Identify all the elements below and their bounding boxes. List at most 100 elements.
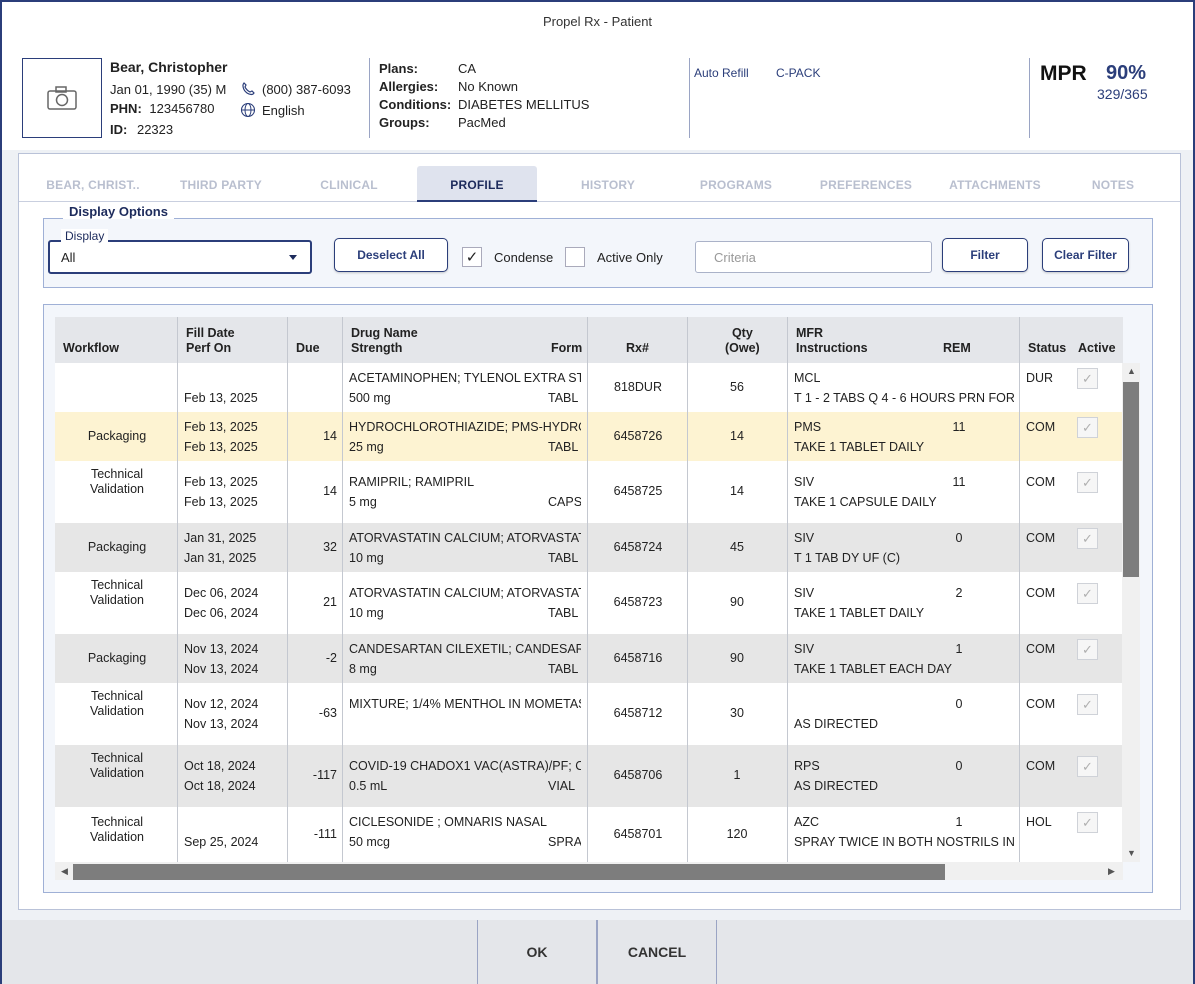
perf-on-cell: Feb 13, 2025 <box>184 495 258 509</box>
cancel-button[interactable]: CANCEL <box>597 920 717 984</box>
deselect-all-button[interactable]: Deselect All <box>334 238 448 272</box>
col-due[interactable]: Due <box>296 317 320 363</box>
rem-cell: 2 <box>955 586 963 600</box>
fill-date-cell: Dec 06, 2024 <box>184 586 259 600</box>
mfr-header: MFR <box>796 326 824 340</box>
chevron-down-icon[interactable] <box>289 255 297 260</box>
table-row[interactable]: Technical Validation Feb 13, 2025 Feb 13, … <box>55 461 1123 523</box>
strength-cell: 10 mg <box>349 551 384 565</box>
tab-preferences[interactable]: PREFERENCES <box>805 166 927 202</box>
instructions-cell: TAKE 1 TABLET EACH DAY <box>794 662 952 676</box>
qty-cell: 45 <box>730 540 744 554</box>
perf-on-cell: Nov 13, 2024 <box>184 662 259 676</box>
col-divider <box>587 317 588 862</box>
tab-clinical[interactable]: CLINICAL <box>289 166 409 202</box>
display-select[interactable] <box>48 240 312 274</box>
groups-value: PacMed <box>458 115 506 130</box>
col-form[interactable]: Form <box>551 317 582 363</box>
col-divider <box>687 317 688 862</box>
col-divider <box>1019 317 1020 862</box>
cpack-link[interactable]: C-PACK <box>776 66 820 80</box>
col-status[interactable]: Status <box>1028 317 1066 363</box>
table-header: Workflow Fill Date Perf On Due Drug Name… <box>55 317 1123 363</box>
col-rem[interactable]: REM <box>943 317 971 363</box>
active-checkbox[interactable]: ✓ <box>1077 583 1098 604</box>
col-rx[interactable]: Rx# <box>626 317 649 363</box>
patient-name[interactable]: Bear, Christopher <box>110 59 227 75</box>
table-row[interactable]: Packaging Feb 13, 2025 Feb 13, 2025 14 HYDRO… <box>55 412 1123 461</box>
due-cell: 14 <box>323 429 337 443</box>
table-row[interactable]: Technical Validation Nov 12, 2024 Nov 13, … <box>55 683 1123 745</box>
drug-name-cell: MIXTURE; 1/4% MENTHOL IN MOMETAS <box>349 697 581 711</box>
language-value: English <box>262 102 305 118</box>
check-icon: ✓ <box>1082 419 1093 435</box>
table-row[interactable]: Technical Validation Dec 06, 2024 Dec 06, … <box>55 572 1123 634</box>
perf-on-cell: Jan 31, 2025 <box>184 551 257 565</box>
table-row[interactable]: Feb 13, 2025 ACETAMINOPHEN; TYLENOL EXTRA… <box>55 363 1123 412</box>
perf-on-cell: Nov 13, 2024 <box>184 717 259 731</box>
col-workflow[interactable]: Workflow <box>63 317 119 363</box>
active-only-checkbox[interactable] <box>565 247 585 267</box>
table-row[interactable]: Technical Validation Oct 18, 2024 Oct 18, … <box>55 745 1123 807</box>
active-checkbox[interactable]: ✓ <box>1077 756 1098 777</box>
id-value: 22323 <box>136 122 174 137</box>
perf-on-cell: Sep 25, 2024 <box>184 835 259 849</box>
divider <box>1029 58 1030 138</box>
col-mfr[interactable]: MFR Instructions <box>796 317 868 363</box>
patient-photo[interactable] <box>22 58 102 138</box>
fill-date-cell: Feb 13, 2025 <box>184 475 258 489</box>
tab-programs[interactable]: PROGRAMS <box>677 166 795 202</box>
auto-refill-link[interactable]: Auto Refill <box>694 66 749 80</box>
tab-attachments[interactable]: ATTACHMENTS <box>937 166 1053 202</box>
camera-icon <box>47 86 77 110</box>
scroll-left-icon[interactable]: ◀ <box>61 866 68 877</box>
patient-phn: PHN: 123456780 <box>110 101 214 116</box>
patient-phone[interactable]: (800) 387-6093 <box>240 81 351 97</box>
condense-checkbox[interactable]: ✓ <box>462 247 482 267</box>
perf-on-cell: Dec 06, 2024 <box>184 606 259 620</box>
perf-on-cell: Oct 18, 2024 <box>184 779 256 793</box>
table-row[interactable]: Packaging Jan 31, 2025 Jan 31, 2025 32 ATORV… <box>55 523 1123 572</box>
criteria-input[interactable]: Criteria <box>695 241 932 273</box>
active-checkbox[interactable]: ✓ <box>1077 528 1098 549</box>
table-row[interactable]: Packaging Nov 13, 2024 Nov 13, 2024 -2 CANDE… <box>55 634 1123 683</box>
mfr-cell: SIV <box>794 475 815 489</box>
active-only-label: Active Only <box>597 250 663 265</box>
tab-third-party[interactable]: THIRD PARTY <box>161 166 281 202</box>
strength-cell: 0.5 mL <box>349 779 388 793</box>
scroll-right-icon[interactable]: ▶ <box>1108 866 1115 877</box>
tab-profile[interactable]: PROFILE <box>417 166 537 202</box>
active-checkbox[interactable]: ✓ <box>1077 694 1098 715</box>
horizontal-scroll-thumb[interactable] <box>73 864 945 880</box>
col-qty[interactable]: Qty (Owe) <box>725 317 760 363</box>
groups-label: Groups: <box>379 115 430 130</box>
active-checkbox[interactable]: ✓ <box>1077 417 1098 438</box>
table-row[interactable]: Technical Validation Sep 25, 2024 -111 CICL… <box>55 807 1123 862</box>
drug-name-cell: HYDROCHLOROTHIAZIDE; PMS-HYDRO <box>349 420 581 434</box>
status-cell: COM <box>1026 642 1056 656</box>
col-fill-date[interactable]: Fill Date Perf On <box>186 317 235 363</box>
col-drug-name[interactable]: Drug Name Strength <box>351 317 418 363</box>
active-checkbox[interactable]: ✓ <box>1077 368 1098 389</box>
vertical-scroll-thumb[interactable] <box>1123 382 1139 577</box>
scroll-up-icon[interactable]: ▲ <box>1127 366 1136 376</box>
tab-notes[interactable]: NOTES <box>1063 166 1163 202</box>
active-checkbox[interactable]: ✓ <box>1077 812 1098 833</box>
ok-button[interactable]: OK <box>477 920 597 984</box>
instructions-cell: SPRAY TWICE IN BOTH NOSTRILS IN <box>794 835 1014 849</box>
tab-patient[interactable]: BEAR, CHRIST.. <box>33 166 153 202</box>
active-checkbox[interactable]: ✓ <box>1077 472 1098 493</box>
col-divider <box>177 317 178 862</box>
qty-cell: 14 <box>730 429 744 443</box>
col-active[interactable]: Active <box>1078 317 1116 363</box>
display-label: Display <box>61 229 109 243</box>
instructions-cell: TAKE 1 CAPSULE DAILY <box>794 495 937 509</box>
active-checkbox[interactable]: ✓ <box>1077 639 1098 660</box>
filter-button[interactable]: Filter <box>942 238 1028 272</box>
workflow-cell: Technical Validation <box>90 815 144 844</box>
workflow-cell: Technical Validation <box>90 578 144 607</box>
rx-cell: 6458706 <box>613 768 663 782</box>
tab-history[interactable]: HISTORY <box>549 166 667 202</box>
scroll-down-icon[interactable]: ▼ <box>1127 848 1136 858</box>
clear-filter-button[interactable]: Clear Filter <box>1042 238 1129 272</box>
